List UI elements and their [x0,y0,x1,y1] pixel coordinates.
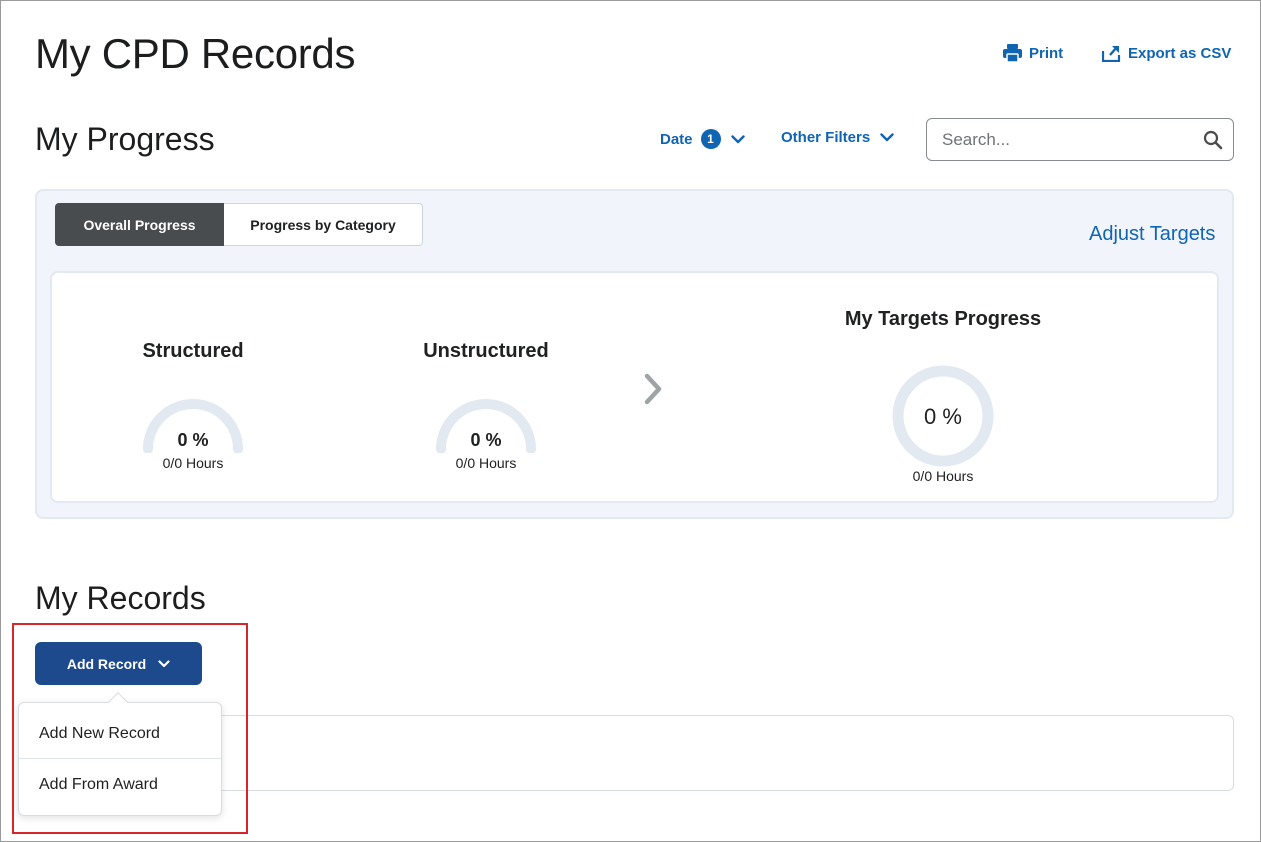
print-label: Print [1029,44,1064,62]
chevron-down-icon [880,133,894,142]
progress-tab-group: Overall Progress Progress by Category [55,203,423,246]
adjust-targets-link[interactable]: Adjust Targets [1089,223,1215,246]
search-icon[interactable] [1203,130,1223,150]
other-filters-button[interactable]: Other Filters [781,129,894,146]
chevron-down-icon [158,659,170,667]
tab-progress-by-category[interactable]: Progress by Category [224,203,423,246]
add-record-label: Add Record [66,655,147,672]
printer-icon [1003,44,1022,62]
search-input[interactable] [942,119,1192,160]
targets-progress-label: My Targets Progress [844,308,1042,330]
export-icon [1102,46,1121,62]
print-button[interactable]: Print [1003,44,1063,62]
targets-progress-hours: 0/0 Hours [912,468,974,484]
targets-progress-percent: 0 % [924,404,962,429]
date-filter-button[interactable]: Date 1 [660,129,745,149]
menu-item-add-from-award[interactable]: Add From Award [19,760,221,810]
other-filters-label: Other Filters [781,129,871,146]
unstructured-hours: 0/0 Hours [455,455,517,471]
export-csv-button[interactable]: Export as CSV [1102,44,1231,62]
unstructured-label: Unstructured [423,340,549,362]
records-section-title: My Records [35,580,206,616]
page-title: My CPD Records [35,30,356,77]
add-record-dropdown-menu: Add New Record Add From Award [18,702,222,816]
date-filter-label: Date [660,130,693,148]
tab-overall-progress[interactable]: Overall Progress [55,203,224,246]
add-record-button[interactable]: Add Record [35,642,202,685]
records-list-container [215,715,1234,791]
chevron-right-icon[interactable] [642,372,664,406]
unstructured-percent: 0 % [470,430,502,450]
structured-percent: 0 % [177,430,209,450]
progress-section-title: My Progress [35,121,215,157]
structured-label: Structured [142,340,244,362]
menu-item-add-new-record[interactable]: Add New Record [19,709,221,759]
chevron-down-icon [730,134,745,143]
export-label: Export as CSV [1128,44,1232,62]
date-filter-count-badge: 1 [700,129,721,149]
search-field [926,118,1234,161]
structured-hours: 0/0 Hours [162,455,224,471]
